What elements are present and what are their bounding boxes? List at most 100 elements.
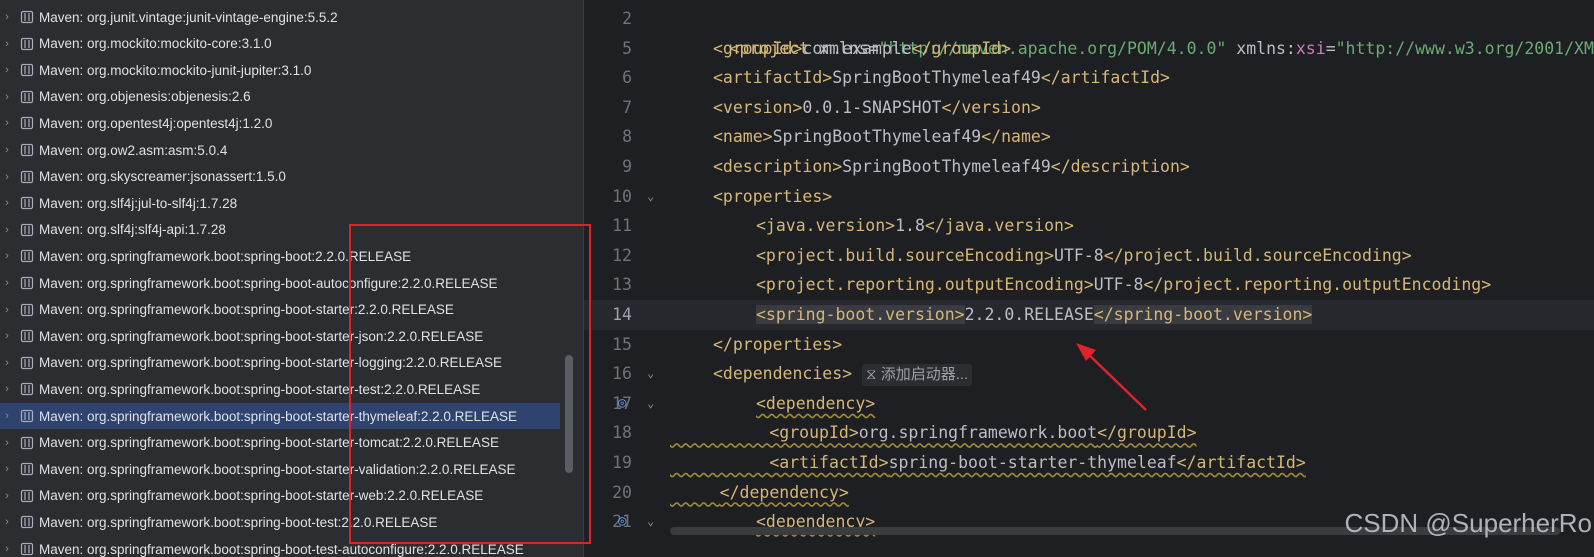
library-item[interactable]: › Maven: org.mockito:mockito-core:3.1.0	[0, 31, 560, 57]
expand-chevron-icon[interactable]: ›	[0, 463, 14, 475]
code-line[interactable]: 7 <version>0.0.1-SNAPSHOT</version>	[584, 93, 1594, 123]
code-line[interactable]: 6 <artifactId>SpringBootThymeleaf49</art…	[584, 63, 1594, 93]
dependency-target-icon[interactable]: ◎	[618, 507, 626, 537]
expand-chevron-icon[interactable]: ›	[0, 144, 14, 156]
expand-chevron-icon[interactable]: ›	[0, 516, 14, 528]
expand-chevron-icon[interactable]: ›	[0, 91, 14, 103]
line-number: 13	[612, 275, 632, 295]
library-icon	[20, 64, 34, 77]
library-icon	[20, 250, 34, 263]
line-number: 8	[622, 127, 632, 147]
watermark: CSDN @SuperherRo	[1344, 508, 1592, 538]
library-icon	[20, 276, 34, 290]
expand-chevron-icon[interactable]: ›	[0, 304, 14, 316]
dependency-target-icon[interactable]: ◎	[618, 389, 626, 419]
code-line[interactable]: 9 <description>SpringBootThymeleaf49</de…	[584, 152, 1594, 182]
code-line[interactable]: 5 <groupId>com.example</groupId>	[584, 34, 1594, 64]
expand-chevron-icon[interactable]: ›	[0, 250, 14, 262]
expand-chevron-icon[interactable]: ›	[0, 490, 14, 502]
expand-chevron-icon[interactable]: ›	[0, 437, 14, 449]
line-number: 16	[612, 364, 632, 384]
code-line[interactable]: 10 ⌄ <properties>	[584, 182, 1594, 212]
library-label: Maven: org.slf4j:slf4j-api:1.7.28	[39, 222, 226, 238]
expand-chevron-icon[interactable]: ›	[0, 383, 14, 395]
fold-chevron-icon[interactable]: ⌄	[647, 182, 654, 212]
add-starter-hint[interactable]: ⧖ 添加启动器...	[862, 364, 973, 387]
library-item[interactable]: › Maven: org.opentest4j:opentest4j:1.2.0	[0, 110, 560, 136]
expand-chevron-icon[interactable]: ›	[0, 410, 14, 422]
expand-chevron-icon[interactable]: ›	[0, 171, 14, 183]
library-icon	[20, 117, 34, 130]
library-item[interactable]: › Maven: org.ow2.asm:asm:5.0.4	[0, 137, 560, 163]
line-number: 19	[612, 453, 632, 472]
library-label: Maven: org.slf4j:jul-to-slf4j:1.7.28	[39, 195, 238, 211]
expand-chevron-icon[interactable]: ›	[0, 224, 14, 236]
line-number: 14	[612, 305, 632, 324]
library-item[interactable]: › Maven: org.mockito:mockito-junit-jupite…	[0, 57, 560, 83]
line-number: 9	[622, 157, 632, 176]
current-code-line[interactable]: 14 <spring-boot.version>2.2.0.RELEASE</s…	[584, 300, 1594, 330]
library-label: Maven: org.objenesis:objenesis:2.6	[39, 89, 251, 105]
expand-chevron-icon[interactable]: ›	[0, 197, 14, 209]
pom-xml-editor[interactable]: 2 <project xmlns="http://maven.apache.or…	[584, 0, 1594, 557]
line-number: 12	[612, 245, 632, 265]
library-icon	[20, 409, 34, 423]
code-line[interactable]: 17 ◎ ⌄ <dependency>	[584, 389, 1594, 419]
library-item[interactable]: › Maven: org.skyscreamer:jsonassert:1.5.0	[0, 164, 560, 190]
fold-chevron-icon[interactable]: ⌄	[647, 389, 654, 419]
code-line[interactable]: 20 </dependency>	[584, 478, 1594, 508]
expand-chevron-icon[interactable]: ›	[0, 117, 14, 129]
expand-chevron-icon[interactable]: ›	[0, 64, 14, 76]
library-icon	[20, 197, 34, 210]
line-number: 11	[612, 216, 632, 236]
library-icon	[20, 37, 34, 50]
library-item[interactable]: › Maven: org.slf4j:jul-to-slf4j:1.7.28	[0, 190, 560, 216]
expand-chevron-icon[interactable]: ›	[0, 543, 14, 555]
library-icon	[20, 516, 34, 529]
line-number: 18	[612, 423, 632, 443]
line-number: 7	[622, 97, 632, 117]
code-line[interactable]: 19 <artifactId>spring-boot-starter-thyme…	[584, 448, 1594, 478]
library-label: Maven: org.skyscreamer:jsonassert:1.5.0	[39, 169, 286, 185]
code-line[interactable]: 2 <project xmlns="http://maven.apache.or…	[584, 4, 1594, 58]
library-icon	[20, 223, 34, 236]
library-item[interactable]: › Maven: org.objenesis:objenesis:2.6	[0, 84, 560, 110]
line-number: 5	[622, 38, 632, 58]
code-line[interactable]: 12 <project.build.sourceEncoding>UTF-8</…	[584, 241, 1594, 271]
library-icon	[20, 170, 34, 183]
line-number: 6	[622, 68, 632, 88]
line-number: 10	[612, 186, 632, 206]
library-icon	[20, 542, 34, 556]
line-number: 20	[612, 482, 632, 502]
library-icon	[20, 10, 34, 24]
fold-chevron-icon[interactable]: ⌄	[647, 359, 654, 389]
starter-icon: ⧖	[866, 366, 877, 384]
library-label: Maven: org.mockito:mockito-core:3.1.0	[39, 36, 272, 52]
code-line[interactable]: 16 ⌄ <dependencies> ⧖ 添加启动器...	[584, 359, 1594, 389]
library-icon	[20, 330, 34, 343]
code-line[interactable]: 15 </properties>	[584, 330, 1594, 360]
expand-chevron-icon[interactable]: ›	[0, 330, 14, 342]
expand-chevron-icon[interactable]: ›	[0, 11, 14, 23]
line-number: 2	[622, 9, 632, 28]
library-icon	[20, 489, 34, 502]
library-label: Maven: org.junit.vintage:junit-vintage-e…	[39, 9, 338, 25]
fold-chevron-icon[interactable]: ⌄	[647, 507, 654, 537]
code-line[interactable]: 13 <project.reporting.outputEncoding>UTF…	[584, 270, 1594, 300]
expand-chevron-icon[interactable]: ›	[0, 277, 14, 289]
expand-chevron-icon[interactable]: ›	[0, 38, 14, 50]
library-item[interactable]: › Maven: org.junit.vintage:junit-vintage-…	[0, 4, 560, 30]
library-label: Maven: org.opentest4j:opentest4j:1.2.0	[39, 115, 273, 131]
library-icon	[20, 383, 34, 396]
code-line[interactable]: 11 <java.version>1.8</java.version>	[584, 211, 1594, 241]
code-line[interactable]: 8 <name>SpringBootThymeleaf49</name>	[584, 122, 1594, 152]
code-line[interactable]: 18 <groupId>org.springframework.boot</gr…	[584, 418, 1594, 448]
library-icon	[20, 143, 34, 157]
library-icon	[20, 90, 34, 103]
library-icon	[20, 463, 34, 476]
library-label: Maven: org.mockito:mockito-junit-jupiter…	[39, 62, 312, 78]
library-icon	[20, 436, 34, 449]
library-label: Maven: org.ow2.asm:asm:5.0.4	[39, 142, 228, 158]
expand-chevron-icon[interactable]: ›	[0, 357, 14, 369]
annotation-highlight-box	[349, 224, 591, 544]
